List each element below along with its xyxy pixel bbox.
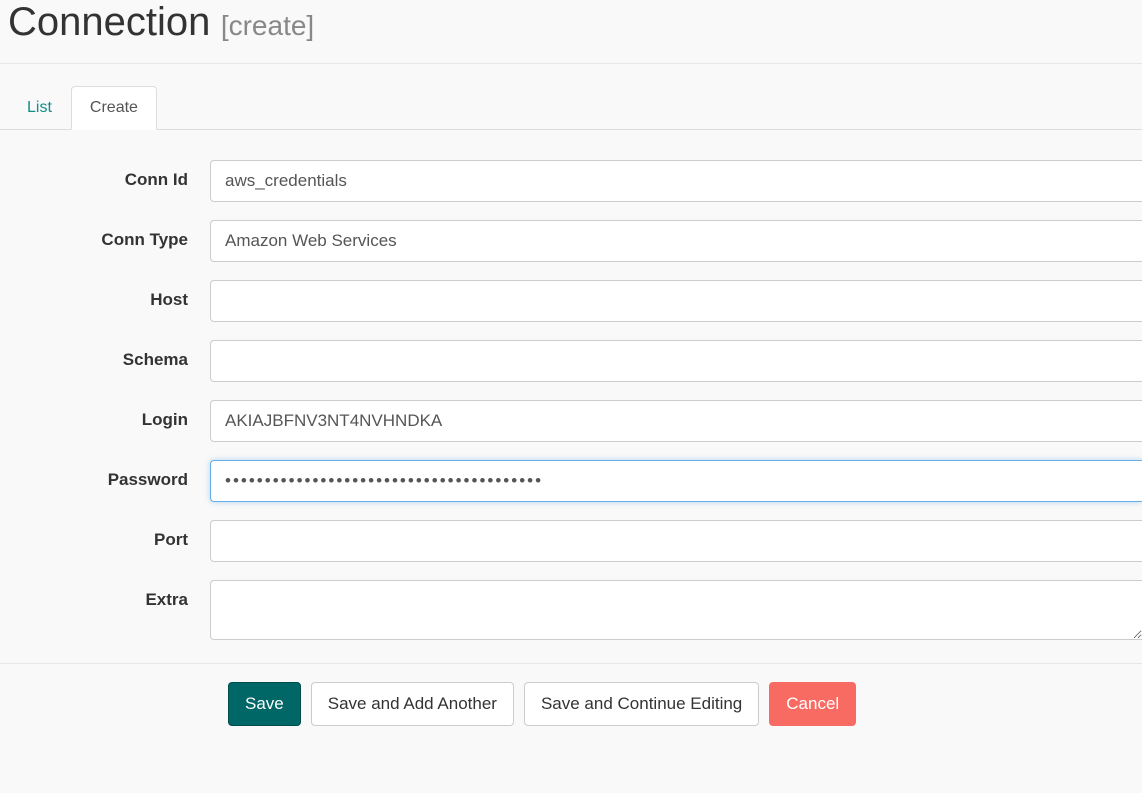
label-conn-id: Conn Id xyxy=(0,160,210,190)
label-port: Port xyxy=(0,520,210,550)
field-password: Password xyxy=(0,460,1142,502)
input-password[interactable] xyxy=(210,460,1142,502)
field-login: Login xyxy=(0,400,1142,442)
page-title: Connection xyxy=(8,0,210,44)
field-conn-id: Conn Id xyxy=(0,160,1142,202)
input-port[interactable] xyxy=(210,520,1142,562)
field-port: Port xyxy=(0,520,1142,562)
label-login: Login xyxy=(0,400,210,430)
field-schema: Schema xyxy=(0,340,1142,382)
page-subtitle: [create] xyxy=(221,10,314,41)
tabs-nav: List Create xyxy=(0,86,1142,130)
label-conn-type: Conn Type xyxy=(0,220,210,250)
save-add-another-button[interactable]: Save and Add Another xyxy=(311,682,514,726)
label-host: Host xyxy=(0,280,210,310)
tab-list[interactable]: List xyxy=(8,86,71,130)
connection-form: Conn Id Conn Type Host Schema Login Pass… xyxy=(0,130,1142,744)
label-password: Password xyxy=(0,460,210,490)
label-schema: Schema xyxy=(0,340,210,370)
field-host: Host xyxy=(0,280,1142,322)
input-conn-id[interactable] xyxy=(210,160,1142,202)
tab-create[interactable]: Create xyxy=(71,86,157,130)
input-conn-type[interactable] xyxy=(210,220,1142,262)
input-extra[interactable] xyxy=(210,580,1142,640)
save-continue-editing-button[interactable]: Save and Continue Editing xyxy=(524,682,759,726)
label-extra: Extra xyxy=(0,580,210,610)
save-button[interactable]: Save xyxy=(228,682,301,726)
input-login[interactable] xyxy=(210,400,1142,442)
field-conn-type: Conn Type xyxy=(0,220,1142,262)
field-extra: Extra xyxy=(0,580,1142,645)
cancel-button[interactable]: Cancel xyxy=(769,682,856,726)
input-schema[interactable] xyxy=(210,340,1142,382)
form-buttons: Save Save and Add Another Save and Conti… xyxy=(0,663,1142,744)
input-host[interactable] xyxy=(210,280,1142,322)
page-header: Connection [create] xyxy=(0,0,1142,64)
